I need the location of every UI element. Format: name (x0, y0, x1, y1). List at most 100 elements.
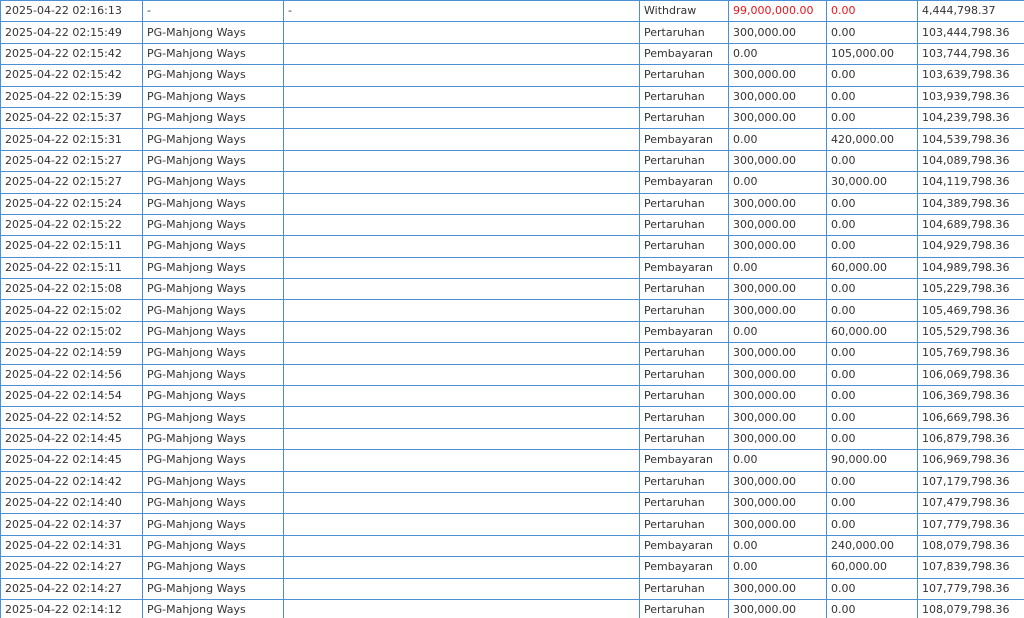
bet-amount-cell: 300,000.00 (728, 149, 827, 173)
balance-cell: 104,089,798.36 (917, 149, 1024, 173)
payout-amount-cell: 0.00 (826, 513, 918, 536)
game-cell: PG-Mahjong Ways (142, 192, 284, 215)
bet-amount-cell: 300,000.00 (728, 342, 827, 365)
detail-cell (283, 256, 640, 280)
type-cell: Pertaruhan (639, 213, 729, 237)
table-row: 2025-04-22 02:14:27 PG-Mahjong Ways Pertar… (0, 577, 1024, 600)
balance-cell: 105,229,798.36 (917, 278, 1024, 301)
type-cell: Pertaruhan (639, 491, 729, 515)
balance-cell: 108,079,798.36 (917, 598, 1024, 618)
time-cell: 2025-04-22 02:15:22 (0, 213, 143, 237)
payout-amount-cell: 0.00 (826, 427, 918, 451)
table-row: 2025-04-22 02:14:56 PG-Mahjong Ways Pertar… (0, 363, 1024, 387)
transaction-table-body: 2025-04-22 02:16:13- - Withdraw 99,000,000.… (0, 0, 1024, 618)
detail-cell (283, 427, 640, 451)
game-cell: PG-Mahjong Ways (142, 42, 284, 66)
detail-cell (283, 342, 640, 365)
game-cell: - (142, 0, 284, 23)
time-cell: 2025-04-22 02:15:39 (0, 85, 143, 108)
game-cell: PG-Mahjong Ways (142, 556, 284, 579)
time-cell: 2025-04-22 02:14:40 (0, 491, 143, 515)
payout-amount-cell: 0.00 (826, 491, 918, 515)
table-row: 2025-04-22 02:14:59 PG-Mahjong Ways Pertar… (0, 342, 1024, 365)
type-cell: Pembayaran (639, 256, 729, 280)
detail-cell (283, 213, 640, 237)
balance-cell: 103,744,798.36 (917, 42, 1024, 66)
balance-cell: 107,479,798.36 (917, 491, 1024, 515)
bet-amount-cell: 300,000.00 (728, 213, 827, 237)
detail-cell (283, 42, 640, 66)
payout-amount-cell: 0.00 (826, 235, 918, 258)
type-cell: Pertaruhan (639, 406, 729, 429)
detail-cell (283, 106, 640, 130)
time-cell: 2025-04-22 02:15:31 (0, 128, 143, 151)
transaction-table: 2025-04-22 02:16:13- - Withdraw 99,000,000.… (0, 0, 1024, 618)
balance-cell: 106,369,798.36 (917, 385, 1024, 408)
bet-amount-cell: 0.00 (728, 171, 827, 194)
balance-cell: 104,389,798.36 (917, 192, 1024, 215)
table-row: 2025-04-22 02:15:22 PG-Mahjong Ways Pertar… (0, 213, 1024, 237)
table-row: 2025-04-22 02:14:40 PG-Mahjong Ways Pertar… (0, 491, 1024, 515)
balance-cell: 106,669,798.36 (917, 406, 1024, 429)
balance-cell: 104,239,798.36 (917, 106, 1024, 130)
time-cell: 2025-04-22 02:15:08 (0, 278, 143, 301)
bet-amount-cell: 300,000.00 (728, 385, 827, 408)
balance-cell: 107,179,798.36 (917, 470, 1024, 493)
bet-amount-cell: 300,000.00 (728, 235, 827, 258)
table-row: 2025-04-22 02:14:37 PG-Mahjong Ways Pertar… (0, 513, 1024, 536)
bet-amount-cell: 300,000.00 (728, 491, 827, 515)
balance-cell: 103,639,798.36 (917, 64, 1024, 87)
table-row: 2025-04-22 02:14:45 PG-Mahjong Ways Pembay… (0, 449, 1024, 472)
time-cell: 2025-04-22 02:14:12 (0, 598, 143, 618)
table-row: 2025-04-22 02:15:02 PG-Mahjong Ways Pertar… (0, 299, 1024, 322)
time-cell: 2025-04-22 02:14:45 (0, 427, 143, 451)
detail-cell (283, 577, 640, 600)
type-cell: Pertaruhan (639, 513, 729, 536)
balance-cell: 107,839,798.36 (917, 556, 1024, 579)
type-cell: Pembayaran (639, 42, 729, 66)
detail-cell (283, 598, 640, 618)
time-cell: 2025-04-22 02:14:27 (0, 556, 143, 579)
type-cell: Pertaruhan (639, 192, 729, 215)
detail-cell: - (283, 0, 640, 23)
bet-amount-cell: 300,000.00 (728, 427, 827, 451)
table-row: 2025-04-22 02:14:12 PG-Mahjong Ways Pertar… (0, 598, 1024, 618)
payout-amount-cell: 0.00 (826, 598, 918, 618)
table-row: 2025-04-22 02:14:52 PG-Mahjong Ways Pertar… (0, 406, 1024, 429)
time-cell: 2025-04-22 02:15:11 (0, 256, 143, 280)
detail-cell (283, 64, 640, 87)
bet-amount-cell: 300,000.00 (728, 598, 827, 618)
payout-amount-cell: 0.00 (826, 85, 918, 108)
type-cell: Pertaruhan (639, 427, 729, 451)
type-cell: Pertaruhan (639, 278, 729, 301)
type-cell: Pertaruhan (639, 363, 729, 387)
game-cell: PG-Mahjong Ways (142, 21, 284, 44)
type-cell: Pembayaran (639, 449, 729, 472)
table-row: 2025-04-22 02:14:42 PG-Mahjong Ways Pertar… (0, 470, 1024, 493)
type-cell: Pertaruhan (639, 85, 729, 108)
balance-cell: 106,879,798.36 (917, 427, 1024, 451)
bet-amount-cell: 99,000,000.00 (728, 0, 827, 23)
type-cell: Pertaruhan (639, 342, 729, 365)
table-row: 2025-04-22 02:15:42 PG-Mahjong Ways Pembay… (0, 42, 1024, 66)
table-row: 2025-04-22 02:15:24 PG-Mahjong Ways Pertar… (0, 192, 1024, 215)
table-row: 2025-04-22 02:15:27 PG-Mahjong Ways Pembay… (0, 171, 1024, 194)
bet-amount-cell: 300,000.00 (728, 406, 827, 429)
balance-cell: 4,444,798.37 (917, 0, 1024, 23)
detail-cell (283, 278, 640, 301)
detail-cell (283, 299, 640, 322)
bet-amount-cell: 0.00 (728, 534, 827, 558)
table-row: 2025-04-22 02:16:13- - Withdraw 99,000,000.… (0, 0, 1024, 23)
payout-amount-cell: 420,000.00 (826, 128, 918, 151)
game-cell: PG-Mahjong Ways (142, 320, 284, 344)
balance-cell: 104,539,798.36 (917, 128, 1024, 151)
game-cell: PG-Mahjong Ways (142, 406, 284, 429)
time-cell: 2025-04-22 02:14:27 (0, 577, 143, 600)
table-row: 2025-04-22 02:15:31 PG-Mahjong Ways Pembay… (0, 128, 1024, 151)
game-cell: PG-Mahjong Ways (142, 534, 284, 558)
game-cell: PG-Mahjong Ways (142, 449, 284, 472)
table-row: 2025-04-22 02:15:37 PG-Mahjong Ways Pertar… (0, 106, 1024, 130)
time-cell: 2025-04-22 02:14:59 (0, 342, 143, 365)
balance-cell: 106,069,798.36 (917, 363, 1024, 387)
bet-amount-cell: 300,000.00 (728, 106, 827, 130)
